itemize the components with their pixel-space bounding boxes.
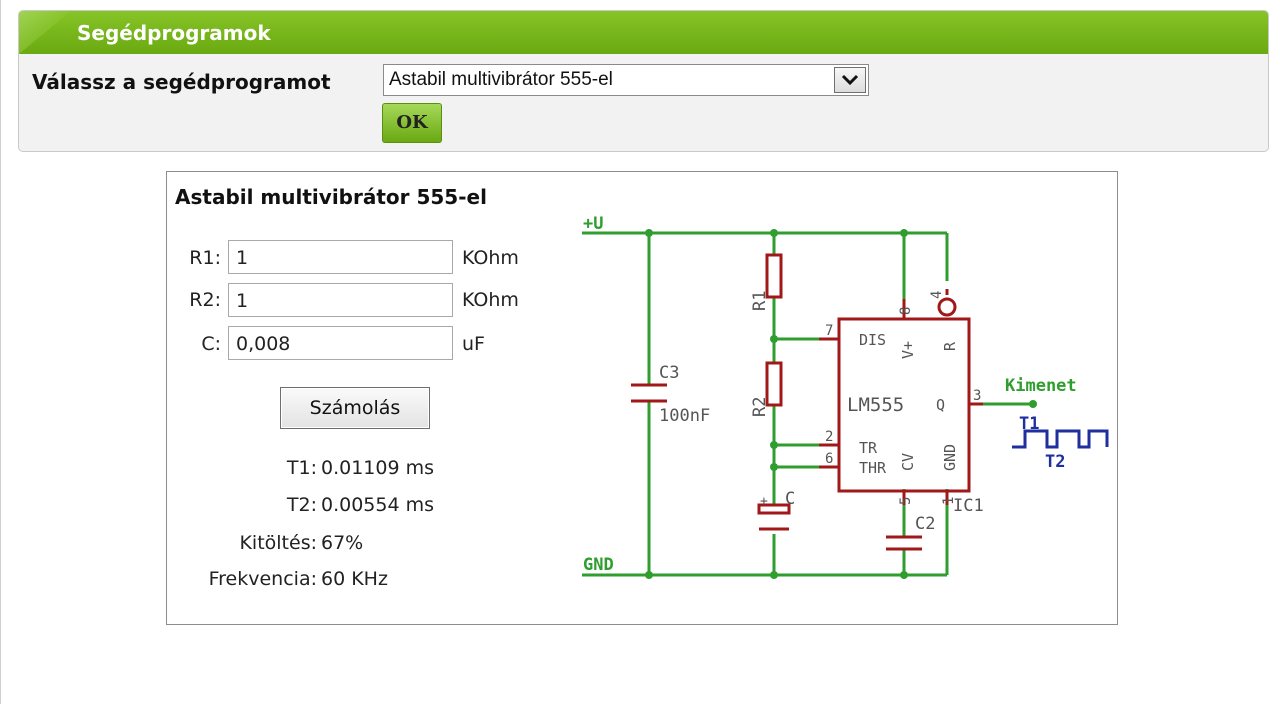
pin7-number: 7 <box>825 323 833 339</box>
result-duty-value: 67% <box>321 532 364 554</box>
pin-gnd-label: GND <box>941 444 959 471</box>
result-t2-value: 0.00554 ms <box>321 494 435 516</box>
t1-label: T1 <box>1019 414 1039 434</box>
c-input[interactable]: 0,008 <box>228 326 453 360</box>
ok-button[interactable]: OK <box>382 103 442 143</box>
c-plus-sign: + <box>760 494 768 509</box>
pin-vplus-label: V+ <box>899 341 917 359</box>
c3-label: C3 <box>659 363 679 383</box>
pin8-number: 8 <box>898 307 914 315</box>
r1-label: R1: <box>189 247 221 269</box>
pin-cv-label: CV <box>899 453 917 471</box>
pin1-number: 1 <box>941 497 957 505</box>
vcc-label: +U <box>583 214 603 234</box>
result-frequency-value: 60 KHz <box>321 568 388 590</box>
pin-tr-label: TR <box>859 439 878 457</box>
gnd-label: GND <box>583 555 614 575</box>
panel-header: Segédprogramok <box>19 11 1268 54</box>
page-left-border <box>0 0 1 704</box>
chevron-down-icon <box>841 74 859 86</box>
tool-selector-panel: Segédprogramok Válassz a segédprogramot … <box>18 10 1269 152</box>
r1-unit: KOhm <box>462 247 519 269</box>
pin-q-label: Q <box>936 396 945 414</box>
calculator-box: Astabil multivibrátor 555-el R1: 1 KOhm … <box>166 171 1118 625</box>
result-frequency-label: Frekvencia: <box>208 568 317 590</box>
c3-value: 100nF <box>659 406 710 426</box>
pin-thr-label: THR <box>859 459 887 477</box>
select-dropdown-button[interactable] <box>834 67 866 93</box>
r2-label: R2: <box>189 289 221 311</box>
result-duty-label: Kitöltés: <box>239 532 317 554</box>
tool-select[interactable]: Astabil multivibrátor 555-el <box>383 64 869 96</box>
calculate-button[interactable]: Számolás <box>280 387 430 429</box>
calculator-title: Astabil multivibrátor 555-el <box>175 185 487 209</box>
chip-label: LM555 <box>847 394 904 416</box>
result-t2-label: T2: <box>286 494 317 516</box>
t2-label: T2 <box>1045 452 1065 472</box>
panel-title: Segédprogramok <box>77 21 271 45</box>
c-label-schematic: C <box>785 489 795 509</box>
schematic-labels: +U GND C3 100nF R1 R2 C C2 IC1 LM555 DIS… <box>583 214 1077 575</box>
header-corner-decoration <box>19 11 71 54</box>
ic-label: IC1 <box>953 496 984 516</box>
c-label: C: <box>201 333 221 355</box>
r1-label-schematic: R1 <box>750 291 770 311</box>
c-unit: uF <box>462 333 485 355</box>
output-label: Kimenet <box>1005 376 1077 396</box>
c2-label: C2 <box>915 514 935 534</box>
circuit-schematic: +U GND C3 100nF R1 R2 C C2 IC1 LM555 DIS… <box>582 214 1109 579</box>
tool-select-label: Válassz a segédprogramot <box>32 70 331 94</box>
wires <box>582 231 1033 577</box>
pin-r-label: R <box>941 341 959 351</box>
r2-label-schematic: R2 <box>750 397 770 417</box>
pin5-number: 5 <box>898 497 914 505</box>
tool-select-value: Astabil multivibrátor 555-el <box>389 69 613 90</box>
pin6-number: 6 <box>825 451 833 467</box>
r2-input[interactable]: 1 <box>228 283 453 317</box>
result-t1-value: 0.01109 ms <box>321 457 435 479</box>
pin2-number: 2 <box>825 429 833 445</box>
pin4-number: 4 <box>929 291 945 299</box>
r1-input[interactable]: 1 <box>228 240 453 274</box>
pin3-number: 3 <box>973 388 981 404</box>
result-t1-label: T1: <box>286 457 317 479</box>
r2-unit: KOhm <box>462 289 519 311</box>
pin-dis-label: DIS <box>859 331 886 349</box>
